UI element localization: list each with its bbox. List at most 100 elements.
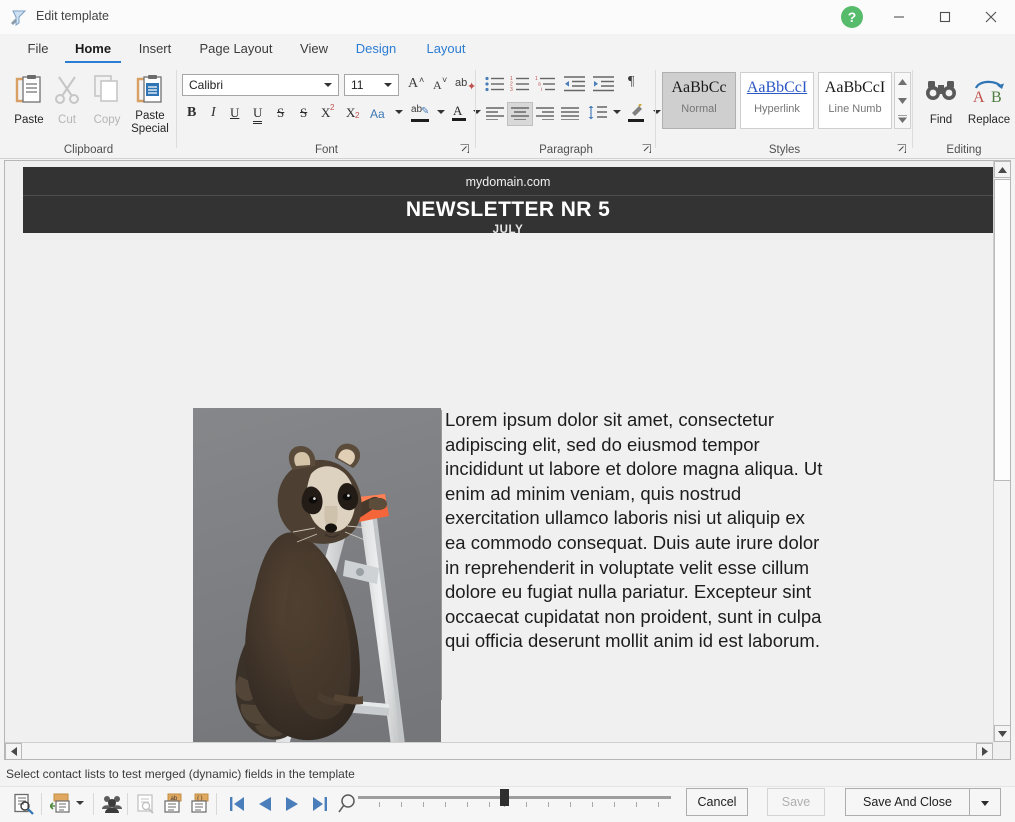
save-and-close-button[interactable]: Save And Close <box>845 788 970 816</box>
style-hyperlink[interactable]: AaBbCcI Hyperlink <box>740 72 814 129</box>
tab-page-layout[interactable]: Page Layout <box>180 34 292 64</box>
font-group-label: Font <box>314 144 338 156</box>
find-button[interactable]: Find <box>919 70 963 130</box>
cut-label: Cut <box>58 114 76 126</box>
line-spacing-dropdown[interactable] <box>609 102 625 126</box>
ribbon-group-font: Calibri 11 A ˄ A ˅ ab ✦ B I U U S S X 2 … <box>177 64 481 158</box>
strikethrough-button[interactable]: S <box>270 102 294 126</box>
show-formatting-marks-button[interactable]: ¶ <box>622 72 646 96</box>
align-center-button[interactable] <box>507 102 533 126</box>
tab-design[interactable]: Design <box>340 34 412 64</box>
copy-label: Copy <box>93 114 121 126</box>
cancel-button[interactable]: Cancel <box>686 788 748 816</box>
tab-home[interactable]: Home <box>58 34 128 64</box>
style-normal[interactable]: AaBbCc Normal <box>662 72 736 129</box>
contacts-group-icon[interactable] <box>99 791 125 817</box>
window-title: Edit template <box>36 9 109 23</box>
last-record-button[interactable] <box>307 792 331 816</box>
help-icon[interactable]: ? <box>841 6 863 28</box>
svg-text:3: 3 <box>510 87 513 92</box>
change-case-button[interactable]: Aa <box>366 102 393 126</box>
multilevel-list-button[interactable]: 1 a i <box>532 72 560 96</box>
tab-insert[interactable]: Insert <box>122 34 188 64</box>
minimize-button[interactable] <box>876 0 922 34</box>
underline-button[interactable]: U <box>224 102 248 126</box>
zoom-slider-track[interactable] <box>358 796 671 799</box>
preview-template-icon[interactable] <box>10 791 36 817</box>
change-case-dropdown[interactable] <box>391 102 407 126</box>
style-line-number[interactable]: AaBbCcI Line Numb <box>818 72 892 129</box>
paragraph-dialog-launcher[interactable] <box>642 144 652 154</box>
ribbon-group-styles: AaBbCc Normal AaBbCcI Hyperlink AaBbCcI … <box>656 64 913 158</box>
shading-button[interactable] <box>624 102 650 126</box>
select-contact-lists-icon[interactable] <box>48 791 74 817</box>
styles-scroll-down-button[interactable] <box>895 92 910 110</box>
bullets-button[interactable] <box>482 72 508 96</box>
select-contact-lists-dropdown[interactable] <box>72 791 88 817</box>
document-canvas[interactable]: mydomain.com NEWSLETTER NR 5 JULY Lorem … <box>4 160 1011 760</box>
application-window: Edit template ? File Home Insert Page La… <box>0 0 1015 822</box>
bold-button[interactable]: B <box>180 102 203 126</box>
font-size-value: 11 <box>351 78 364 92</box>
raccoon-on-stepladder-photo[interactable] <box>193 408 441 759</box>
scroll-right-button[interactable] <box>976 743 993 759</box>
chevron-down-icon <box>395 110 403 114</box>
vertical-scrollbar[interactable] <box>993 161 1010 742</box>
superscript-button[interactable]: X 2 <box>316 102 342 126</box>
replace-label: Replace <box>967 114 1011 126</box>
replace-button[interactable]: A B Replace <box>963 70 1015 130</box>
align-left-button[interactable] <box>482 102 508 126</box>
decrease-indent-button[interactable] <box>561 72 589 96</box>
horizontal-scrollbar[interactable] <box>5 742 993 759</box>
subscript-button[interactable]: X 2 <box>341 102 367 126</box>
newsletter-domain: mydomain.com <box>465 175 551 189</box>
svg-text:A: A <box>973 89 985 105</box>
paste-label: Paste <box>14 114 44 126</box>
maximize-button[interactable] <box>922 0 968 34</box>
numbering-button[interactable]: 1 2 3 <box>507 72 533 96</box>
scroll-left-button[interactable] <box>5 743 22 759</box>
tab-layout[interactable]: Layout <box>410 34 482 64</box>
tab-view[interactable]: View <box>284 34 344 64</box>
grow-font-button[interactable]: A ˄ <box>404 74 428 98</box>
previous-record-button[interactable] <box>253 792 277 816</box>
increase-indent-button[interactable] <box>590 72 618 96</box>
newsletter-header: mydomain.com NEWSLETTER NR 5 JULY <box>23 167 993 236</box>
save-and-close-dropdown[interactable] <box>969 788 1001 816</box>
text-cursor <box>441 410 442 700</box>
shrink-font-button[interactable]: A ˅ <box>428 74 452 98</box>
document-body-paragraph[interactable]: Lorem ipsum dolor sit amet, consectetur … <box>441 408 827 700</box>
justify-button[interactable] <box>557 102 583 126</box>
next-record-button[interactable] <box>280 792 304 816</box>
text-highlight-color-button[interactable]: ab ✎ <box>407 102 435 126</box>
double-strikethrough-button[interactable]: S <box>293 102 317 126</box>
close-button[interactable] <box>968 0 1014 34</box>
status-bar: Select contact lists to test merged (dyn… <box>0 764 1015 786</box>
editing-group-label: Editing <box>946 144 982 156</box>
align-right-button[interactable] <box>532 102 558 126</box>
save-button: Save <box>767 788 825 816</box>
font-color-button[interactable]: A <box>447 102 471 126</box>
merge-fields-braces-icon[interactable]: { } <box>187 791 213 817</box>
line-spacing-button[interactable] <box>584 102 610 126</box>
vertical-scrollbar-thumb[interactable] <box>994 179 1010 481</box>
double-underline-button[interactable]: U <box>247 102 271 126</box>
italic-button[interactable]: I <box>202 102 225 126</box>
paste-special-button[interactable]: Paste Special <box>128 70 172 135</box>
font-size-combobox[interactable]: 11 <box>344 74 399 96</box>
zoom-slider-thumb[interactable] <box>500 789 509 806</box>
tab-file[interactable]: File <box>12 34 64 64</box>
scroll-down-button[interactable] <box>994 725 1010 742</box>
font-dialog-launcher[interactable] <box>460 144 470 154</box>
paste-button[interactable]: Paste <box>8 70 50 130</box>
merge-fields-ab-icon[interactable]: ab <box>160 791 186 817</box>
cut-button: Cut <box>50 70 84 130</box>
first-record-button[interactable] <box>226 792 250 816</box>
styles-dialog-launcher[interactable] <box>897 144 907 154</box>
font-family-value: Calibri <box>189 78 224 92</box>
styles-more-button[interactable] <box>895 111 910 129</box>
chevron-down-icon <box>384 83 392 87</box>
scroll-up-button[interactable] <box>994 161 1010 178</box>
font-family-combobox[interactable]: Calibri <box>182 74 339 96</box>
styles-scroll-up-button[interactable] <box>895 73 910 91</box>
